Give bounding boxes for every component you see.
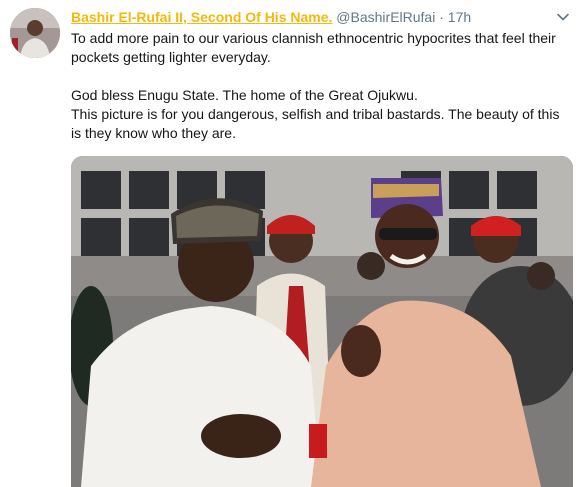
chevron-down-icon[interactable] — [556, 10, 570, 24]
tweet-photo[interactable] — [71, 156, 573, 487]
tweet-text: To add more pain to our various clannish… — [71, 29, 571, 143]
tweet-text-line: God bless Enugu State. The home of the G… — [71, 87, 418, 103]
avatar[interactable] — [10, 8, 60, 58]
tweet-text-line: This picture is for you dangerous, selfi… — [71, 106, 560, 141]
meta-separator: · — [439, 9, 444, 25]
display-name[interactable]: Bashir El-Rufai II, Second Of His Name. — [71, 9, 332, 25]
timestamp[interactable]: 17h — [448, 9, 471, 25]
photo-two-men-shaking-hands — [71, 156, 573, 487]
user-handle[interactable]: @BashirElRufai — [336, 9, 435, 25]
tweet-header: Bashir El-Rufai II, Second Of His Name. … — [71, 8, 552, 26]
tweet-text-line: To add more pain to our various clannish… — [71, 30, 556, 65]
tweet-card: Bashir El-Rufai II, Second Of His Name. … — [0, 0, 582, 487]
avatar-image — [10, 8, 60, 58]
